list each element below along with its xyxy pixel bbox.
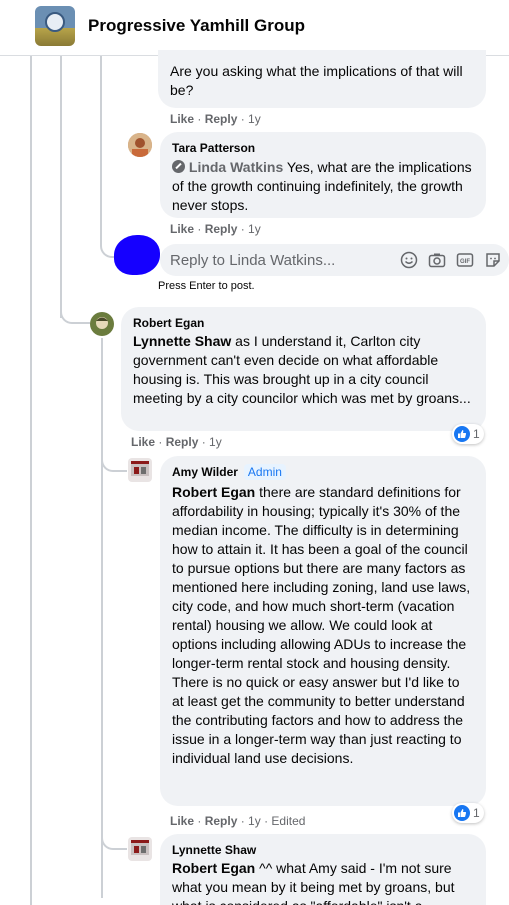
comment-text: Are you asking what the implications of … <box>170 63 463 98</box>
mention-link[interactable]: Robert Egan <box>172 860 255 876</box>
group-header: Progressive Yamhill Group <box>0 0 509 56</box>
reaction-count: 1 <box>473 806 480 820</box>
comment-author[interactable]: Lynnette Shaw <box>172 842 474 858</box>
comment-bubble: Are you asking what the implications of … <box>158 50 486 108</box>
reply-button[interactable]: Reply <box>205 814 238 828</box>
person-icon <box>90 312 114 336</box>
like-button[interactable]: Like <box>170 222 194 236</box>
reply-hint: Press Enter to post. <box>158 280 255 292</box>
thread-connector <box>101 826 127 850</box>
current-user-avatar <box>114 235 160 275</box>
thread-line <box>30 56 32 905</box>
comment-actions: Like · Reply · 1y <box>170 222 261 236</box>
mention-link[interactable]: Linda Watkins <box>189 159 283 175</box>
like-button[interactable]: Like <box>131 435 155 449</box>
reply-button[interactable]: Reply <box>205 222 238 236</box>
thread-connector <box>101 450 127 472</box>
comment-bubble: Lynnette Shaw Robert Egan ^^ what Amy sa… <box>160 834 486 905</box>
comment-body: Lynnette Shaw as I understand it, Carlto… <box>133 332 474 408</box>
avatar[interactable] <box>90 312 114 336</box>
verified-icon <box>172 160 185 173</box>
seal-icon <box>45 12 65 32</box>
like-button[interactable]: Like <box>170 112 194 126</box>
comment-author[interactable]: Tara Patterson <box>172 140 474 156</box>
person-icon <box>128 837 152 861</box>
like-reaction-icon <box>454 426 470 442</box>
reply-button[interactable]: Reply <box>166 435 199 449</box>
svg-text:GIF: GIF <box>460 259 470 265</box>
reaction-summary[interactable]: 1 <box>452 424 484 444</box>
comment-author[interactable]: Robert Egan <box>133 315 474 331</box>
avatar[interactable] <box>128 458 152 482</box>
like-reaction-icon <box>454 805 470 821</box>
reply-box[interactable]: GIF <box>160 244 509 276</box>
sticker-icon[interactable] <box>484 251 502 269</box>
reply-button[interactable]: Reply <box>205 112 238 126</box>
mention-link[interactable]: Lynnette Shaw <box>133 333 231 349</box>
comment-actions: Like · Reply · 1y · Edited <box>170 814 306 828</box>
thread-line <box>60 56 62 318</box>
thread-line <box>100 56 102 196</box>
person-icon <box>128 133 152 157</box>
comment-bubble: Robert Egan Lynnette Shaw as I understan… <box>121 307 486 431</box>
comment-body: Linda Watkins Yes, what are the implicat… <box>172 158 474 215</box>
thread-connector <box>60 300 90 324</box>
emoji-icon[interactable] <box>400 251 418 269</box>
reply-input[interactable] <box>170 250 390 270</box>
comment-bubble: Tara Patterson Linda Watkins Yes, what a… <box>160 132 486 218</box>
timestamp[interactable]: 1y <box>248 222 261 236</box>
reaction-count: 1 <box>473 427 480 441</box>
comment-text: there are standard definitions for affor… <box>172 484 471 766</box>
person-icon <box>128 458 152 482</box>
group-avatar[interactable] <box>35 6 75 46</box>
timestamp[interactable]: 1y <box>248 112 261 126</box>
reaction-summary[interactable]: 1 <box>452 803 484 823</box>
comment-actions: Like · Reply · 1y <box>170 112 261 126</box>
camera-icon[interactable] <box>428 251 446 269</box>
comment-author-row: Amy Wilder Admin <box>172 464 474 480</box>
thread-line <box>101 338 103 898</box>
admin-badge: Admin <box>243 464 286 480</box>
timestamp[interactable]: 1y <box>248 814 261 828</box>
like-button[interactable]: Like <box>170 814 194 828</box>
avatar[interactable] <box>128 133 152 157</box>
page: Progressive Yamhill Group Are you asking… <box>0 0 509 905</box>
comment-body: Robert Egan ^^ what Amy said - I'm not s… <box>172 859 474 905</box>
comment-body: Robert Egan there are standard definitio… <box>172 483 474 768</box>
comment-bubble: Amy Wilder Admin Robert Egan there are s… <box>160 456 486 806</box>
group-name[interactable]: Progressive Yamhill Group <box>88 16 305 36</box>
mention-link[interactable]: Robert Egan <box>172 484 255 500</box>
timestamp[interactable]: 1y <box>209 435 222 449</box>
comment-actions: Like · Reply · 1y <box>131 435 222 449</box>
avatar[interactable] <box>128 837 152 861</box>
comment-author[interactable]: Amy Wilder <box>172 464 238 480</box>
edited-label[interactable]: Edited <box>271 814 305 828</box>
gif-icon[interactable]: GIF <box>456 251 474 269</box>
